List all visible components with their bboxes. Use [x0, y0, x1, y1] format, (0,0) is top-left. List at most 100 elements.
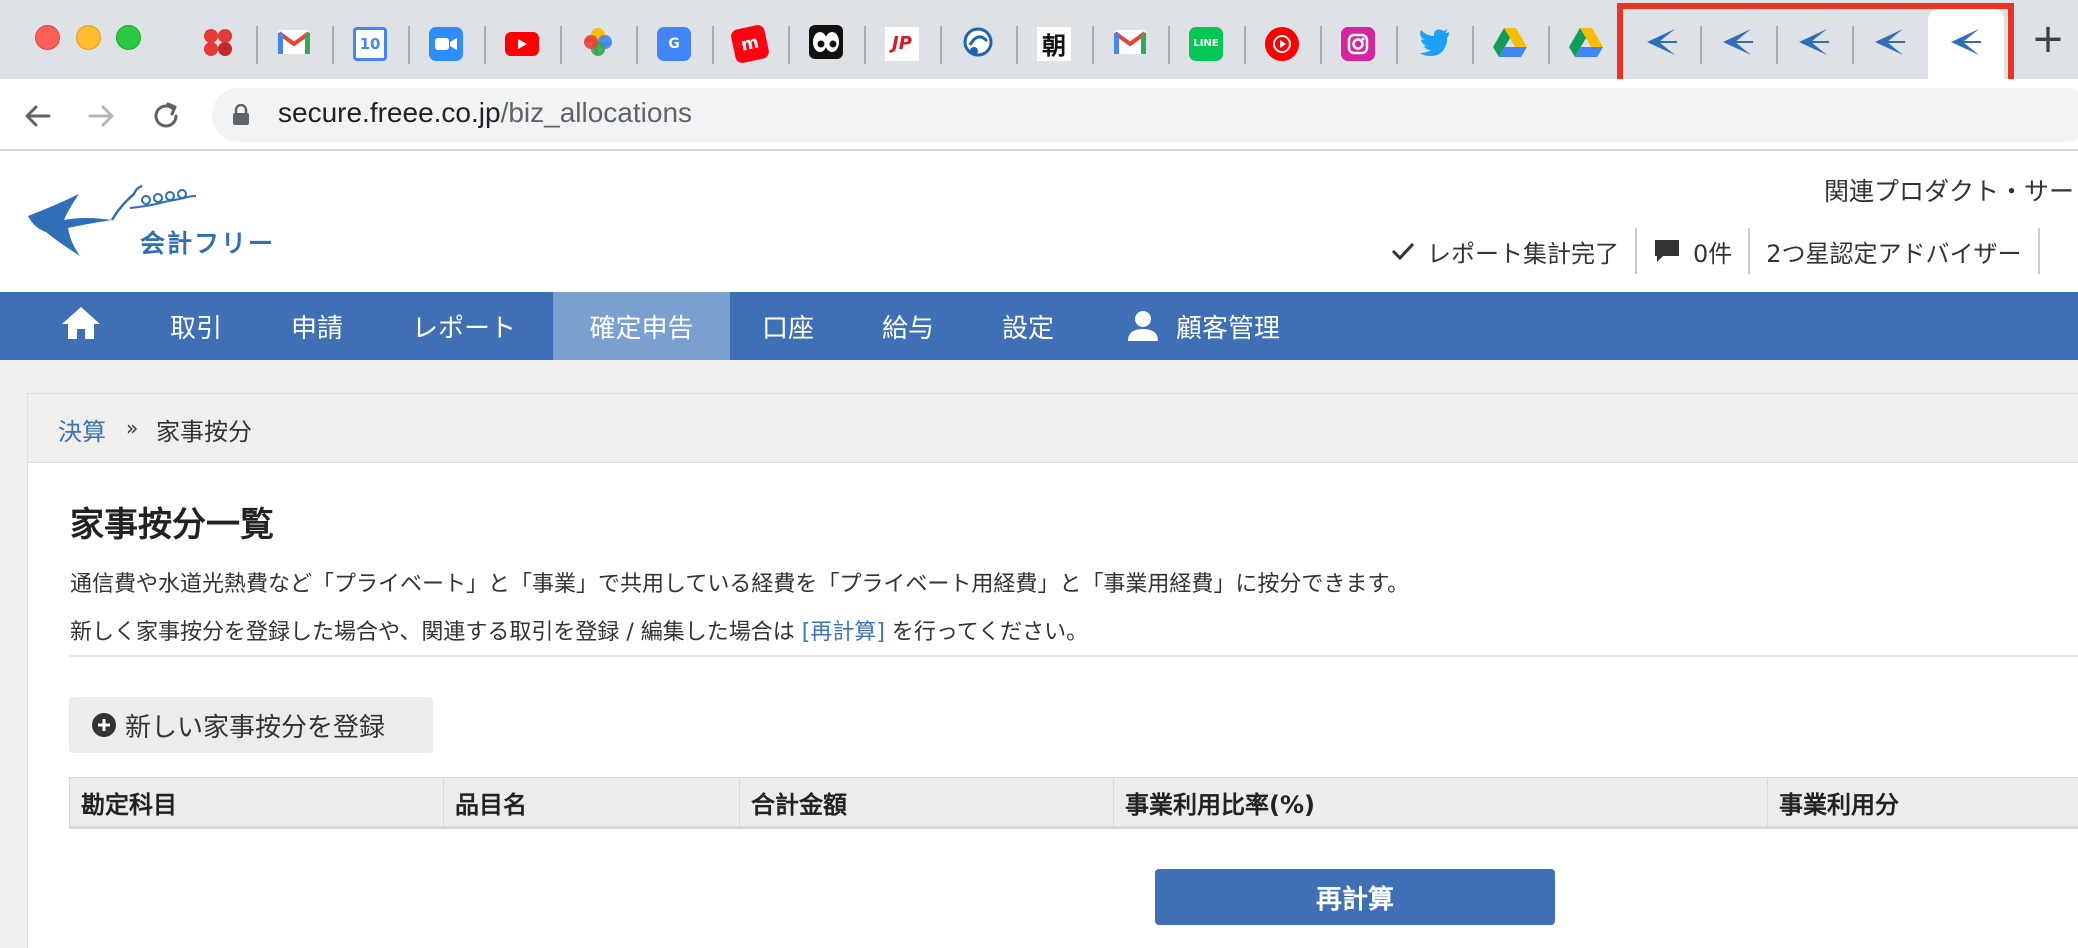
pinned-tab-freee[interactable] [1852, 8, 1928, 79]
pinned-tab[interactable] [560, 8, 636, 79]
pinned-tab-freee-active[interactable] [1928, 8, 2004, 79]
pinned-tab[interactable]: m [712, 8, 788, 79]
browser-tab-strip: 10 G m JP 朝 LINE + [0, 0, 2078, 91]
app-header: 会計フリー 関連プロダクト・サー レポート集計完了 0件 2つ星認定アドバイザー [0, 152, 2078, 292]
column-header-item-name[interactable]: 品目名 [444, 778, 740, 827]
nav-customer-label: 顧客管理 [1176, 313, 1281, 344]
column-header-business-portion[interactable]: 事業利用分 [1768, 778, 2078, 827]
pinned-tab[interactable] [256, 8, 332, 79]
pinned-tab[interactable]: 10 [332, 8, 408, 79]
nav-transactions[interactable]: 取引 [170, 292, 222, 360]
pinned-tab[interactable] [1396, 8, 1472, 79]
nav-reports[interactable]: レポート [412, 292, 516, 360]
pinned-tab-freee[interactable] [1624, 8, 1700, 79]
asahi-icon: 朝 [1037, 26, 1071, 61]
pinned-tab[interactable] [940, 8, 1016, 79]
freee-icon [1645, 27, 1679, 61]
google-photos-icon [581, 25, 615, 63]
gmail-icon [1113, 29, 1147, 59]
check-icon [1391, 241, 1415, 261]
minimize-window-button[interactable] [76, 25, 101, 50]
breadcrumb-separator: » [126, 416, 139, 440]
ibm-icon [201, 25, 235, 63]
plus-circle-icon [91, 712, 117, 738]
new-tab-button[interactable]: + [2028, 19, 2068, 60]
nav-home[interactable] [60, 292, 102, 360]
url-text[interactable]: secure.freee.co.jp/biz_allocations [278, 97, 692, 129]
nav-settings[interactable]: 設定 [1002, 292, 1054, 360]
pinned-tab[interactable] [180, 8, 256, 79]
pinned-tab[interactable] [1244, 8, 1320, 79]
twitter-icon [1418, 28, 1450, 60]
forward-button[interactable] [80, 95, 122, 137]
breadcrumb-parent-link[interactable]: 決算 [58, 412, 106, 447]
freee-icon [1949, 27, 1983, 61]
divider [70, 655, 2078, 657]
yellowbook-icon [961, 25, 995, 63]
zoom-icon [429, 26, 463, 61]
instagram-icon [1341, 26, 1375, 61]
pinned-tab[interactable] [408, 8, 484, 79]
pinned-tab[interactable]: LINE [1168, 8, 1244, 79]
gmail-icon [277, 29, 311, 59]
pinned-tab[interactable]: JP [864, 8, 940, 79]
column-header-business-ratio[interactable]: 事業利用比率(%) [1114, 778, 1768, 827]
freee-icon [1721, 27, 1755, 61]
pinned-tab[interactable]: G [636, 8, 712, 79]
main-nav: 取引 申請 レポート 確定申告 口座 給与 設定 顧客管理 [0, 292, 2078, 360]
nav-requests[interactable]: 申請 [291, 292, 343, 360]
pinned-tab[interactable] [1320, 8, 1396, 79]
url-host: secure.freee.co.jp [278, 97, 501, 128]
url-path: /biz_allocations [500, 97, 693, 128]
related-products-link[interactable]: 関連プロダクト・サー [1824, 172, 2074, 208]
youtube-music-icon [1265, 26, 1299, 61]
calendar-icon: 10 [353, 26, 387, 61]
breadcrumb-current: 家事按分 [156, 418, 252, 446]
page-title: 家事按分一覧 [70, 505, 274, 545]
nav-customer-management[interactable]: 顧客管理 [1126, 292, 1280, 360]
google-business-icon: G [657, 26, 691, 61]
pinned-tab[interactable] [1472, 8, 1548, 79]
description-line-1: 通信費や水道光熱費など「プライベート」と「事業」で共用している経費を「プライベー… [70, 572, 1410, 597]
notification-count: 0件 [1693, 239, 1733, 268]
column-header-total-amount[interactable]: 合計金額 [740, 778, 1114, 827]
japan-post-icon: JP [885, 26, 919, 61]
close-window-button[interactable] [35, 25, 60, 50]
nav-tax-return[interactable]: 確定申告 [553, 292, 730, 360]
back-button[interactable] [17, 95, 59, 137]
lock-icon[interactable] [232, 103, 250, 130]
reload-button[interactable] [145, 95, 187, 137]
pinned-tab[interactable]: 朝 [1016, 8, 1092, 79]
add-allocation-button[interactable]: 新しい家事按分を登録 [69, 697, 433, 753]
pinned-tab-freee[interactable] [1776, 8, 1852, 79]
user-icon [1126, 309, 1160, 343]
pinned-tab[interactable] [788, 8, 864, 79]
nav-accounts[interactable]: 口座 [762, 292, 814, 360]
description-line-2-end: を行ってください。 [884, 620, 1089, 645]
nav-payroll[interactable]: 給与 [882, 292, 934, 360]
allocation-table-header: 勘定科目 品目名 合計金額 事業利用比率(%) 事業利用分 [69, 777, 2078, 829]
pinned-tab[interactable] [1092, 8, 1168, 79]
report-status[interactable]: レポート集計完了 [1375, 228, 1637, 274]
comment-icon [1653, 238, 1681, 264]
mercari-icon: m [729, 23, 771, 64]
pinned-tab-freee[interactable] [1700, 8, 1776, 79]
google-drive-icon [1493, 27, 1527, 61]
recalculate-link[interactable]: [再計算] [802, 620, 885, 645]
breadcrumb: 決算 » 家事按分 [27, 393, 2078, 463]
google-drive-icon [1569, 27, 1603, 61]
column-header-account[interactable]: 勘定科目 [70, 778, 444, 827]
notifications[interactable]: 0件 [1637, 228, 1751, 274]
pinned-tab[interactable] [1548, 8, 1624, 79]
zoom-window-button[interactable] [116, 25, 141, 50]
freee-icon [1797, 27, 1831, 61]
pinned-tab[interactable] [484, 8, 560, 79]
recalculate-button[interactable]: 再計算 [1155, 869, 1555, 925]
address-toolbar: secure.freee.co.jp/biz_allocations [0, 79, 2078, 151]
home-icon [60, 305, 102, 348]
description-line-2: 新しく家事按分を登録した場合や、関連する取引を登録 / 編集した場合は [再計算… [70, 614, 1088, 646]
advisor-badge[interactable]: 2つ星認定アドバイザー [1750, 228, 2040, 274]
eyes-icon [809, 24, 843, 63]
youtube-icon [505, 31, 539, 56]
header-status-row: レポート集計完了 0件 2つ星認定アドバイザー [1375, 228, 2040, 274]
